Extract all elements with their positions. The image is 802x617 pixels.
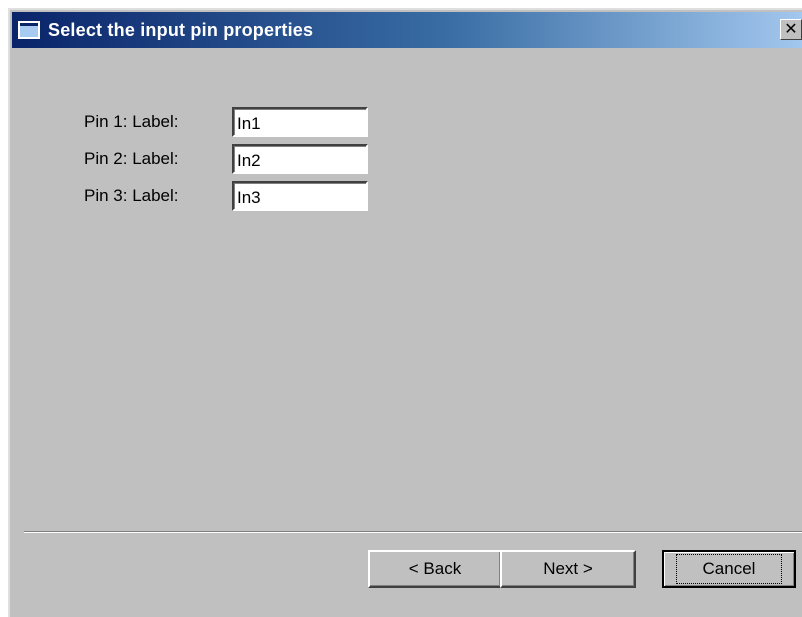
- pin-1-label: Pin 1: Label:: [84, 112, 179, 131]
- cancel-button[interactable]: Cancel: [662, 550, 796, 588]
- pin-row-1: Pin 1: Label:: [84, 107, 368, 137]
- next-button-label: Next >: [543, 559, 593, 578]
- next-button[interactable]: Next >: [500, 550, 636, 588]
- cancel-button-label: Cancel: [676, 554, 782, 584]
- dialog-title: Select the input pin properties: [48, 19, 314, 40]
- pin-row-3: Pin 3: Label:: [84, 181, 368, 211]
- close-icon: ✕: [784, 20, 798, 38]
- pin-3-label: Pin 3: Label:: [84, 186, 179, 205]
- back-button[interactable]: < Back: [368, 550, 502, 588]
- close-button[interactable]: ✕: [780, 19, 802, 40]
- pin-1-label-input[interactable]: [232, 107, 368, 137]
- back-button-label: < Back: [408, 559, 462, 578]
- footer-separator: [24, 531, 802, 533]
- wizard-dialog: Select the input pin properties ✕ Pin 1:…: [8, 8, 802, 617]
- title-bar[interactable]: Select the input pin properties ✕: [12, 12, 802, 48]
- window-icon: [18, 21, 40, 39]
- pin-2-label: Pin 2: Label:: [84, 149, 179, 168]
- pin-row-2: Pin 2: Label:: [84, 144, 368, 174]
- pin-3-label-input[interactable]: [232, 181, 368, 211]
- pin-2-label-input[interactable]: [232, 144, 368, 174]
